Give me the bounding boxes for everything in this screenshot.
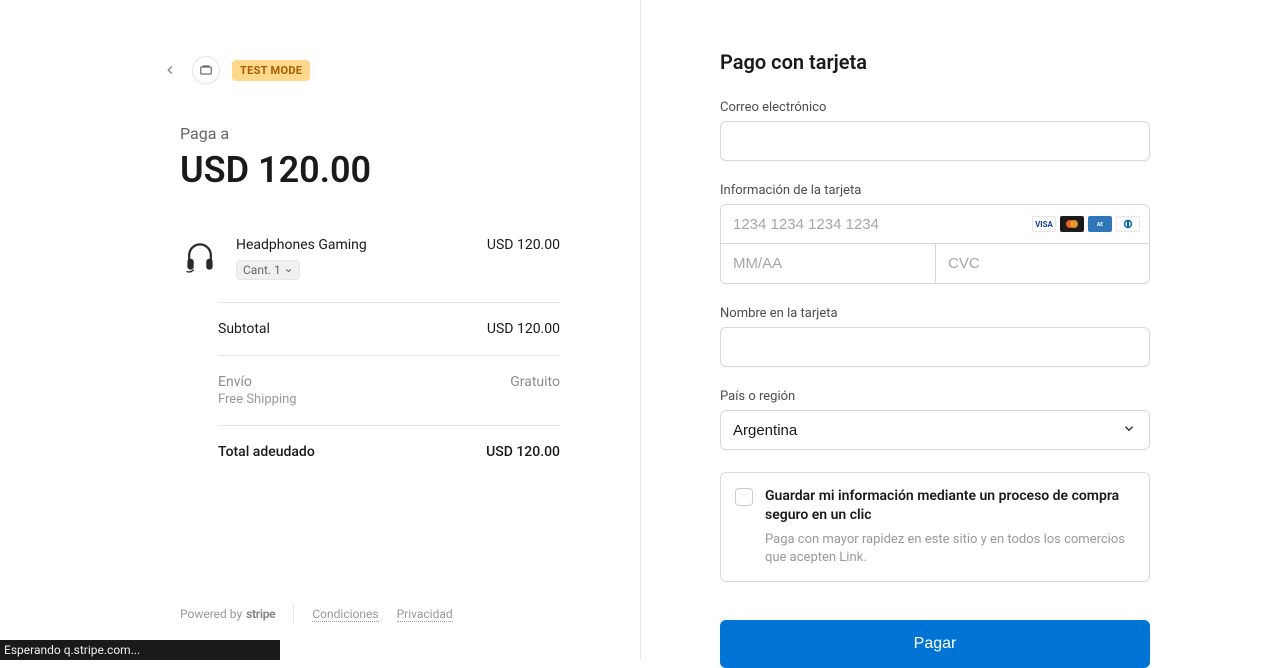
save-info-checkbox[interactable] <box>735 488 753 506</box>
save-info-subtitle: Paga con mayor rapidez en este sitio y e… <box>765 531 1135 567</box>
chevron-down-icon <box>284 266 293 275</box>
shipping-value: Gratuito <box>510 374 560 407</box>
stripe-logo: stripe <box>246 607 275 621</box>
merchant-icon <box>192 56 220 84</box>
shipping-method: Free Shipping <box>218 392 297 407</box>
country-select[interactable] <box>720 410 1150 450</box>
cardholder-name-label: Nombre en la tarjeta <box>720 306 1150 321</box>
payment-form-panel: Pago con tarjeta Correo electrónico Info… <box>640 0 1280 660</box>
svg-text:AE: AE <box>1097 222 1103 228</box>
card-expiry-input[interactable] <box>720 244 935 284</box>
back-button[interactable] <box>160 60 180 80</box>
test-mode-badge: TEST MODE <box>232 60 310 81</box>
cardholder-name-input[interactable] <box>720 327 1150 367</box>
visa-icon: VISA <box>1032 216 1056 232</box>
total-label: Total adeudado <box>218 444 315 460</box>
subtotal-value: USD 120.00 <box>487 321 560 337</box>
shipping-label: Envío <box>218 374 297 390</box>
browser-status-bar: Esperando q.stripe.com... <box>0 640 280 660</box>
save-info-box: Guardar mi información mediante un proce… <box>720 472 1150 582</box>
product-price: USD 120.00 <box>487 237 560 253</box>
product-image <box>180 237 220 277</box>
diners-icon <box>1116 216 1140 232</box>
powered-by: Powered by stripe <box>180 607 275 621</box>
country-label: País o región <box>720 389 1150 404</box>
total-amount: USD 120.00 <box>180 149 560 191</box>
card-info-label: Información de la tarjeta <box>720 183 1150 198</box>
email-label: Correo electrónico <box>720 100 1150 115</box>
product-name: Headphones Gaming <box>236 237 471 253</box>
terms-link[interactable]: Condiciones <box>312 607 378 622</box>
order-summary-panel: TEST MODE Paga a USD 120.00 Headphones G… <box>0 0 640 660</box>
total-value: USD 120.00 <box>486 444 560 460</box>
subtotal-label: Subtotal <box>218 321 270 337</box>
pay-to-label: Paga a <box>180 124 560 143</box>
card-brand-icons: VISA AE <box>1032 216 1140 232</box>
mastercard-icon <box>1060 216 1084 232</box>
pay-button[interactable]: Pagar <box>720 620 1150 668</box>
amex-icon: AE <box>1088 216 1112 232</box>
card-cvc-input[interactable] <box>935 244 1150 284</box>
privacy-link[interactable]: Privacidad <box>397 607 453 622</box>
email-input[interactable] <box>720 121 1150 161</box>
quantity-selector[interactable]: Cant. 1 <box>236 260 300 280</box>
save-info-title: Guardar mi información mediante un proce… <box>765 487 1135 525</box>
payment-title: Pago con tarjeta <box>720 50 1150 74</box>
quantity-label: Cant. 1 <box>243 263 281 277</box>
